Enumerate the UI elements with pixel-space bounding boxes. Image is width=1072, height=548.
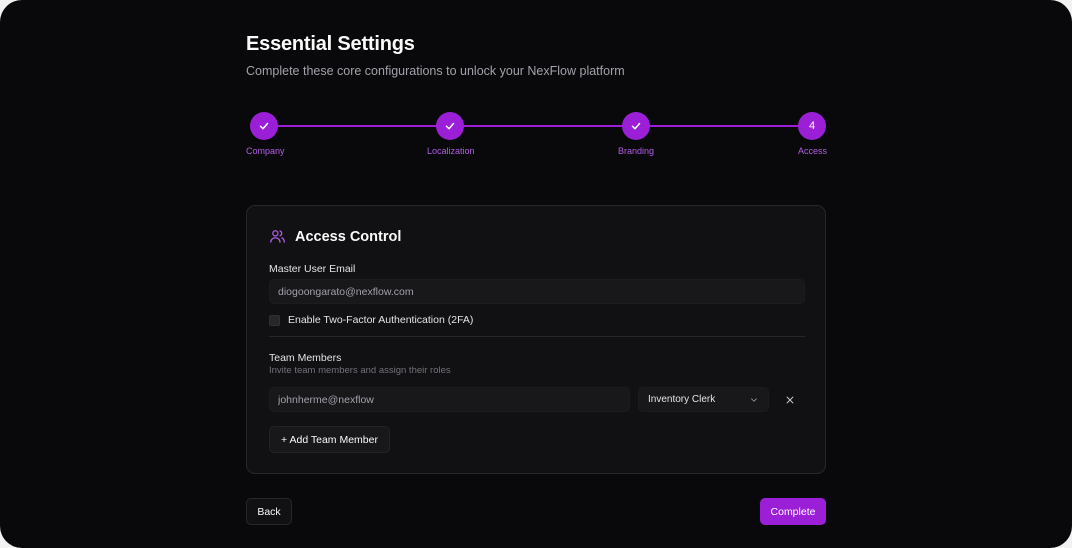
step-connector (650, 125, 806, 127)
users-icon (270, 230, 285, 243)
two-factor-row[interactable]: Enable Two-Factor Authentication (2FA) (269, 314, 473, 326)
add-team-member-button[interactable]: + Add Team Member (269, 426, 390, 453)
card-header: Access Control (269, 228, 401, 245)
chevron-down-icon (751, 397, 757, 402)
app-frame: Essential Settings Complete these core c… (0, 0, 1072, 548)
step-connector (464, 125, 642, 127)
step-connector (264, 125, 456, 127)
divider (269, 336, 805, 337)
two-factor-checkbox[interactable] (269, 314, 280, 326)
team-members-subtitle: Invite team members and assign their rol… (269, 365, 451, 376)
step-branding-circle[interactable] (622, 112, 650, 140)
progress-stepper: Company Localization Branding 4 Access (246, 112, 828, 162)
step-localization-circle[interactable] (436, 112, 464, 140)
step-number: 4 (808, 120, 816, 132)
remove-member-button[interactable] (782, 392, 798, 408)
step-company-label: Company (246, 146, 285, 156)
check-icon (631, 122, 641, 130)
step-company-circle[interactable] (250, 112, 278, 140)
team-member-email-input[interactable] (269, 387, 630, 412)
two-factor-label[interactable]: Enable Two-Factor Authentication (2FA) (288, 314, 473, 326)
step-branding-label: Branding (618, 146, 655, 156)
card-title: Access Control (295, 228, 402, 245)
complete-button[interactable]: Complete (760, 498, 826, 525)
master-email-input[interactable] (269, 279, 805, 304)
access-control-card: Access Control Master User Email Enable … (246, 205, 826, 474)
check-icon (259, 122, 269, 130)
role-select[interactable]: Inventory Clerk (638, 387, 769, 412)
step-access-circle[interactable]: 4 (798, 112, 826, 140)
team-members-title: Team Members (269, 352, 342, 364)
close-icon (786, 396, 794, 404)
page-title: Essential Settings (246, 33, 415, 55)
master-email-label: Master User Email (269, 263, 356, 275)
role-select-value: Inventory Clerk (648, 394, 716, 405)
step-access-label: Access (798, 146, 828, 156)
step-localization-label: Localization (427, 146, 475, 156)
back-button[interactable]: Back (246, 498, 292, 525)
page-subtitle: Complete these core configurations to un… (246, 64, 625, 78)
check-icon (445, 122, 455, 130)
